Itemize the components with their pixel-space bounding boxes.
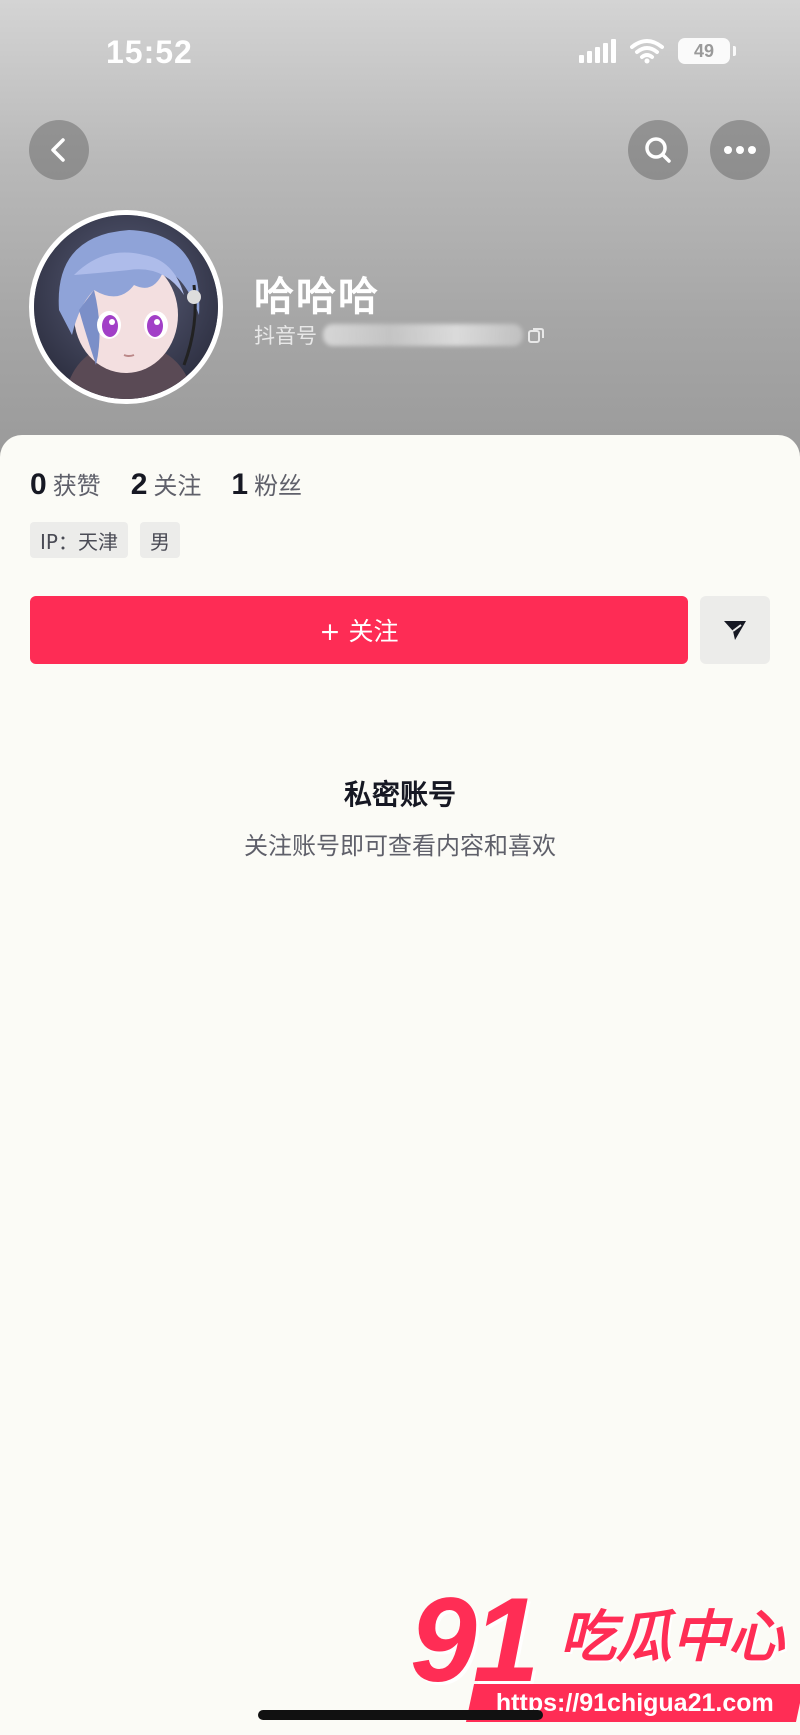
stat-followers-label: 粉丝 [254, 472, 303, 500]
stat-followers-value: 1 [231, 468, 249, 501]
private-account-title: 私密账号 [343, 778, 456, 811]
profile-id-row: 抖音号 [254, 320, 545, 350]
status-bar: 15:52 49 [0, 0, 800, 100]
follow-button[interactable]: + 关注 [30, 596, 688, 664]
anime-avatar-image [34, 215, 218, 399]
stat-followers[interactable]: 1 粉丝 [231, 466, 302, 502]
watermark-text: 吃瓜中心 [560, 1605, 784, 1670]
send-icon [724, 621, 746, 640]
cellular-signal-icon [579, 39, 616, 63]
more-button[interactable] [710, 120, 770, 180]
status-time: 15:52 [106, 34, 193, 70]
stat-likes[interactable]: 0 获赞 [30, 466, 101, 502]
profile-stats: 0 获赞 2 关注 1 粉丝 [30, 466, 332, 502]
stat-following-label: 关注 [153, 472, 202, 500]
copy-icon[interactable] [527, 326, 545, 344]
share-button[interactable] [700, 596, 770, 664]
site-watermark: 91 吃瓜中心 https://91chigua21.com [410, 1580, 800, 1730]
stat-likes-value: 0 [30, 468, 47, 501]
stat-following[interactable]: 2 关注 [131, 466, 202, 502]
home-indicator[interactable] [258, 1710, 543, 1720]
gender-tag: 男 [139, 522, 180, 558]
battery-icon: 49 [678, 38, 736, 64]
stat-likes-label: 获赞 [52, 472, 101, 500]
profile-name: 哈哈哈 [254, 274, 380, 320]
private-account-description: 关注账号即可查看内容和喜欢 [244, 832, 556, 860]
search-button[interactable] [628, 120, 688, 180]
wifi-icon [630, 39, 664, 64]
avatar[interactable] [29, 210, 223, 404]
ip-location-tag: IP：天津 [30, 522, 128, 558]
watermark-number: 91 [410, 1573, 539, 1707]
chevron-left-icon [51, 138, 65, 162]
profile-id-value-redacted [323, 324, 523, 346]
profile-id-label: 抖音号 [254, 324, 317, 348]
more-horizontal-icon [724, 146, 756, 154]
profile-tags: IP：天津 男 [30, 522, 180, 558]
stat-following-value: 2 [130, 468, 148, 501]
search-icon [645, 137, 671, 163]
back-button[interactable] [29, 120, 89, 180]
status-icons: 49 [579, 38, 736, 64]
